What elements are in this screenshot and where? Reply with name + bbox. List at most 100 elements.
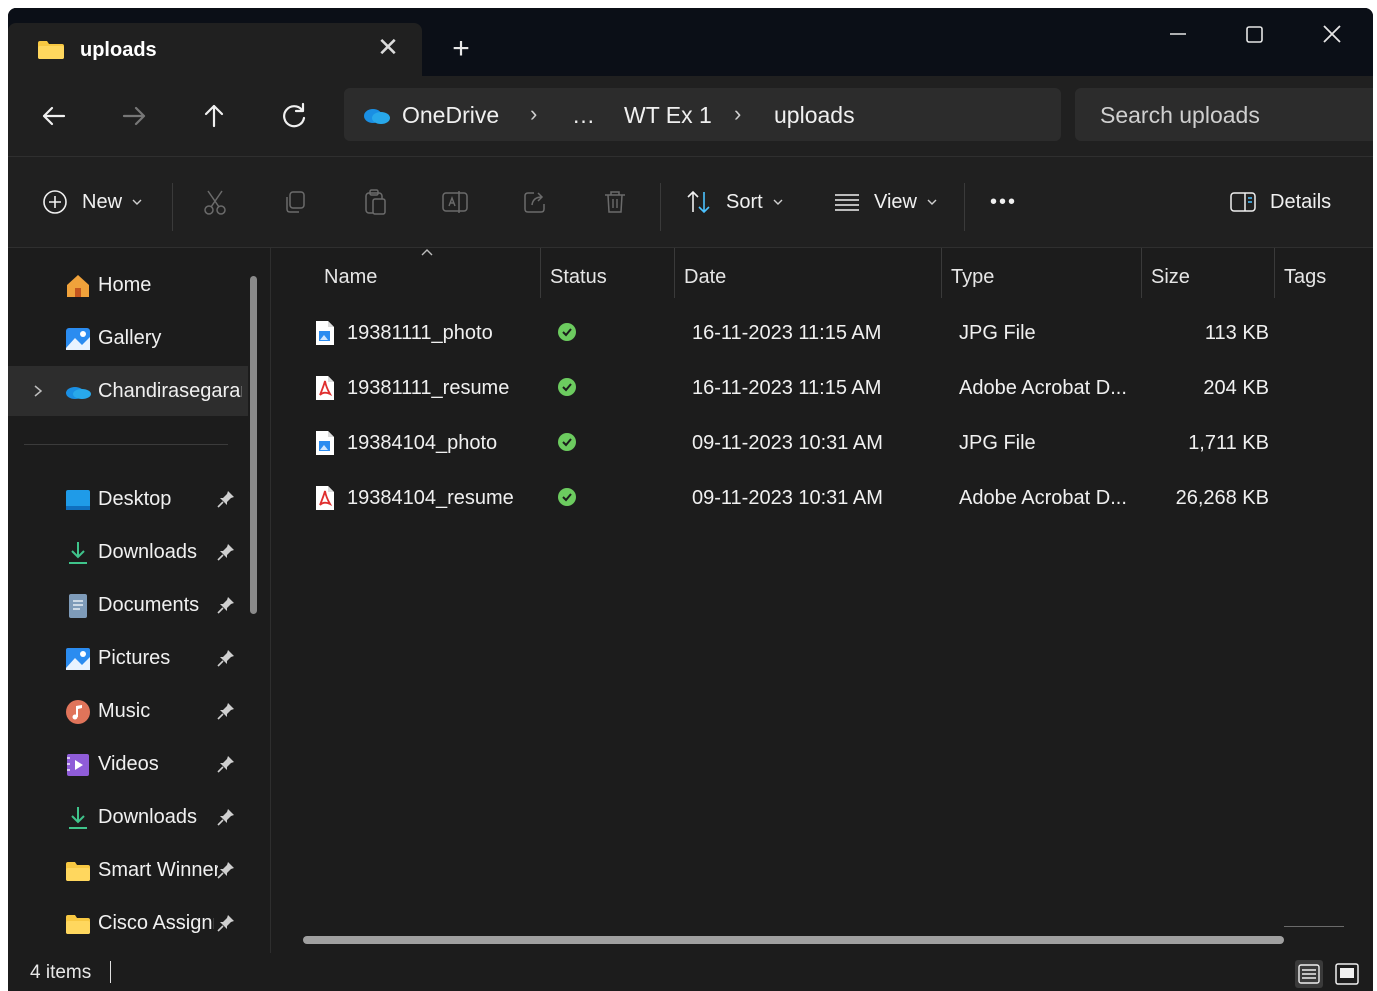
paste-button[interactable]	[360, 185, 390, 219]
folder-icon	[38, 41, 64, 59]
new-tab-button[interactable]: +	[446, 34, 476, 64]
tab-close-button[interactable]: ✕	[374, 33, 402, 61]
sort-button[interactable]: Sort	[684, 185, 787, 219]
up-button[interactable]	[194, 96, 234, 136]
chevron-down-icon	[132, 199, 142, 205]
back-button[interactable]	[34, 96, 74, 136]
image-file-icon	[316, 321, 334, 345]
cut-button[interactable]	[200, 185, 230, 219]
desktop-icon	[66, 490, 90, 510]
maximize-button[interactable]	[1234, 18, 1274, 50]
chevron-down-icon	[927, 199, 937, 205]
file-type: JPG File	[959, 432, 1036, 454]
rename-button[interactable]	[440, 185, 470, 219]
sidebar-item-documents[interactable]: Documents	[8, 580, 248, 630]
pin-icon[interactable]	[216, 701, 236, 721]
column-header-size[interactable]: Size	[1142, 248, 1275, 298]
new-button[interactable]: New	[40, 185, 146, 219]
folder-icon	[66, 915, 90, 934]
pin-icon[interactable]	[216, 754, 236, 774]
sidebar-item-label: Cisco Assignment	[98, 912, 214, 934]
column-header-name[interactable]: Name	[271, 248, 541, 298]
search-box[interactable]: Search uploads	[1075, 88, 1373, 141]
table-row[interactable]: 19384104_resume 09-11-2023 10:31 AM Adob…	[271, 471, 1371, 525]
table-row[interactable]: 19381111_photo 16-11-2023 11:15 AM JPG F…	[271, 306, 1371, 360]
sidebar-item-music[interactable]: Music	[8, 686, 248, 736]
file-date: 16-11-2023 11:15 AM	[692, 322, 882, 344]
pin-icon[interactable]	[216, 807, 236, 827]
forward-button[interactable]	[114, 96, 154, 136]
more-options-button[interactable]: •••	[990, 185, 1017, 219]
divider	[24, 444, 228, 445]
details-pane-button[interactable]: Details	[1228, 185, 1331, 219]
sidebar-item-downloads-2[interactable]: Downloads	[8, 792, 248, 842]
tiles-view-icon[interactable]	[1332, 959, 1362, 989]
file-type: JPG File	[959, 322, 1036, 344]
breadcrumb-separator[interactable]: ›	[530, 101, 537, 127]
sidebar-item-downloads[interactable]: Downloads	[8, 527, 248, 577]
sidebar-item-smart-winner[interactable]: Smart Winner	[8, 845, 248, 895]
share-button[interactable]	[520, 185, 550, 219]
pin-icon[interactable]	[216, 913, 236, 933]
pin-icon[interactable]	[216, 648, 236, 668]
table-row[interactable]: 19381111_resume 16-11-2023 11:15 AM Adob…	[271, 361, 1371, 415]
file-size: 113 KB	[1204, 322, 1269, 344]
tab-title: uploads	[80, 39, 157, 61]
details-pane-icon	[1230, 192, 1256, 212]
file-date: 16-11-2023 11:15 AM	[692, 377, 882, 399]
pdf-file-icon	[316, 376, 334, 400]
pin-icon[interactable]	[216, 860, 236, 880]
tab-uploads[interactable]: uploads ✕	[8, 23, 422, 76]
sidebar-item-home[interactable]: Home	[8, 260, 248, 310]
refresh-button[interactable]	[274, 96, 314, 136]
horizontal-scrollbar[interactable]	[303, 936, 1284, 944]
view-button[interactable]: View	[832, 185, 941, 219]
new-label: New	[82, 190, 123, 213]
sidebar-item-pictures[interactable]: Pictures	[8, 633, 248, 683]
view-label: View	[874, 190, 917, 213]
column-header-type[interactable]: Type	[942, 248, 1142, 298]
command-bar: New Sort View ••• Details	[8, 157, 1373, 248]
sidebar-item-onedrive[interactable]: Chandirasegaran	[8, 366, 248, 416]
file-list: Name Status Date Type Size Tags 19381111…	[271, 248, 1373, 953]
column-header-tags[interactable]: Tags	[1275, 248, 1371, 298]
pin-icon[interactable]	[216, 595, 236, 615]
download-icon	[69, 542, 87, 564]
breadcrumb-uploads[interactable]: uploads	[774, 102, 855, 129]
sidebar-item-cisco-assignment[interactable]: Cisco Assignment	[8, 898, 248, 948]
search-input[interactable]: Search uploads	[1100, 102, 1260, 129]
breadcrumb-overflow[interactable]: …	[572, 102, 595, 129]
breadcrumb-wt-ex-1[interactable]: WT Ex 1	[624, 102, 712, 129]
table-row[interactable]: 19384104_photo 09-11-2023 10:31 AM JPG F…	[271, 416, 1371, 470]
minimize-icon	[1170, 33, 1186, 35]
refresh-icon	[283, 102, 306, 128]
breadcrumb-separator[interactable]: ›	[734, 101, 741, 127]
sidebar-scrollbar[interactable]	[250, 276, 257, 614]
delete-button[interactable]	[600, 185, 630, 219]
copy-button[interactable]	[280, 185, 310, 219]
pin-icon[interactable]	[216, 542, 236, 562]
pdf-file-icon	[316, 486, 334, 510]
file-date: 09-11-2023 10:31 AM	[692, 432, 883, 454]
column-label: Tags	[1284, 266, 1327, 288]
status-divider	[110, 961, 111, 983]
onedrive-icon	[364, 109, 390, 124]
chevron-right-icon[interactable]	[30, 382, 46, 400]
arrow-right-icon	[122, 106, 146, 126]
address-bar[interactable]: OneDrive › … WT Ex 1 › uploads	[344, 88, 1061, 141]
sidebar-item-videos[interactable]: Videos	[8, 739, 248, 789]
sync-ok-icon	[558, 378, 576, 396]
column-header-date[interactable]: Date	[675, 248, 942, 298]
close-window-button[interactable]	[1312, 18, 1352, 50]
pin-icon[interactable]	[216, 489, 236, 509]
details-view-icon[interactable]	[1294, 959, 1324, 989]
file-name: 19381111_resume	[347, 377, 510, 399]
sidebar-item-label: Gallery	[98, 327, 162, 349]
minimize-button[interactable]	[1158, 18, 1198, 50]
breadcrumb-onedrive[interactable]: OneDrive	[402, 102, 499, 129]
clipboard-icon	[365, 189, 386, 215]
column-header-status[interactable]: Status	[541, 248, 675, 298]
navigation-pane: Home Gallery Chandirasegaran Desktop Dow…	[8, 248, 271, 953]
sidebar-item-desktop[interactable]: Desktop	[8, 474, 248, 524]
sidebar-item-gallery[interactable]: Gallery	[8, 313, 248, 363]
